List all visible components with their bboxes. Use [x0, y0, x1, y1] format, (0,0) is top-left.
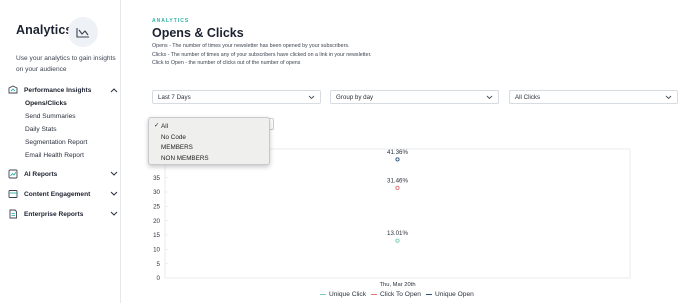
sidebar-item-email-health-report[interactable]: Email Health Report [25, 152, 84, 159]
data-label: 13.01% [387, 230, 408, 237]
legend-item[interactable]: Unique Click [320, 291, 366, 298]
data-label: 31.46% [387, 177, 408, 184]
dropdown-option-label: MEMBERS [161, 144, 193, 152]
date-range-value: Last 7 Days [158, 93, 191, 101]
description-opens: Opens - The number of times your newslet… [152, 43, 350, 49]
nav-section-content-engagement[interactable]: Content Engagement [8, 188, 118, 200]
legend-swatch [371, 293, 378, 296]
chevron-down-icon[interactable] [110, 210, 118, 218]
checkmark-icon: ✓ [154, 122, 160, 129]
clicks-filter-value: All Clicks [515, 93, 541, 101]
data-point [395, 238, 400, 243]
nav-section-label: Enterprise Reports [24, 210, 84, 218]
chevron-down-icon [308, 94, 315, 101]
chevron-down-icon[interactable] [110, 190, 118, 198]
sidebar-item-opens-clicks[interactable]: Opens/Clicks [25, 100, 67, 107]
group-by-select[interactable]: Group by day [330, 90, 499, 104]
y-tick-label: 0 [157, 275, 161, 282]
data-point [395, 185, 400, 190]
chevron-up-icon[interactable] [110, 86, 118, 94]
group-by-value: Group by day [336, 93, 374, 101]
analytics-chart-icon [68, 17, 98, 47]
description-click-to-open: Click to Open - the number of clicks out… [152, 60, 301, 66]
dropdown-option-members[interactable]: MEMBERS [149, 143, 269, 154]
nav-section-ai-reports[interactable]: AI Reports [8, 168, 118, 180]
y-tick-label: 35 [153, 175, 160, 182]
dropdown-option-label: No Code [161, 133, 186, 141]
chevron-down-icon [665, 94, 672, 101]
dropdown-option-all[interactable]: ✓ All [149, 121, 269, 132]
dropdown-option-label: All [161, 122, 168, 130]
legend-item[interactable]: Unique Open [425, 291, 474, 298]
content-engagement-icon [8, 189, 18, 199]
y-tick-label: 10 [153, 247, 160, 254]
legend-label: Unique Open [434, 291, 474, 298]
sidebar: Analytics Use your analytics to gain ins… [0, 0, 121, 303]
y-tick-label: 20 [153, 218, 160, 225]
plot-area [164, 148, 631, 279]
performance-icon [8, 85, 18, 95]
legend-swatch [320, 293, 326, 296]
nav-section-label: Content Engagement [24, 190, 91, 198]
y-tick-label: 30 [153, 189, 160, 196]
segment-dropdown-menu: ✓ All No Code MEMBERS NON MEMBERS [148, 117, 270, 165]
ai-reports-icon [8, 169, 18, 179]
sidebar-item-daily-stats[interactable]: Daily Stats [25, 126, 57, 133]
legend-label: Click To Open [380, 291, 421, 298]
chevron-down-icon [486, 94, 493, 101]
clicks-filter-select[interactable]: All Clicks [509, 90, 678, 104]
sidebar-description: Use your analytics to gain insights on y… [16, 55, 116, 73]
y-tick-label: 5 [157, 261, 161, 268]
sidebar-item-segmentation-report[interactable]: Segmentation Report [25, 139, 87, 146]
nav-section-label: Performance Insights [24, 86, 92, 94]
nav-section-label: AI Reports [24, 170, 58, 178]
y-tick-label: 25 [153, 204, 160, 211]
legend-swatch [425, 293, 432, 296]
legend-label: Unique Click [329, 291, 367, 298]
legend-item[interactable]: Click To Open [371, 291, 421, 298]
enterprise-reports-icon [8, 209, 18, 219]
y-tick-label: 15 [153, 232, 160, 239]
sidebar-title: Analytics [16, 23, 73, 37]
nav-section-performance-insights[interactable]: Performance Insights [8, 84, 118, 96]
page-title: Opens & Clicks [152, 26, 244, 40]
sidebar-item-send-summaries[interactable]: Send Summaries [25, 113, 76, 120]
dropdown-option-no-code[interactable]: No Code [149, 132, 269, 143]
chevron-down-icon[interactable] [110, 170, 118, 178]
dropdown-option-label: NON MEMBERS [161, 155, 209, 163]
dropdown-option-non-members[interactable]: NON MEMBERS [149, 153, 269, 164]
data-label: 41.36% [387, 149, 408, 156]
nav-section-enterprise-reports[interactable]: Enterprise Reports [8, 208, 118, 220]
date-range-select[interactable]: Last 7 Days [152, 90, 321, 104]
data-point [395, 157, 400, 162]
description-clicks: Clicks - The number of times any of your… [152, 52, 372, 58]
chart-legend: Unique Click Click To Open Unique Open [320, 291, 479, 298]
x-tick-label: Thu, Mar 20th [379, 282, 415, 288]
page-kicker: ANALYTICS [152, 18, 190, 24]
